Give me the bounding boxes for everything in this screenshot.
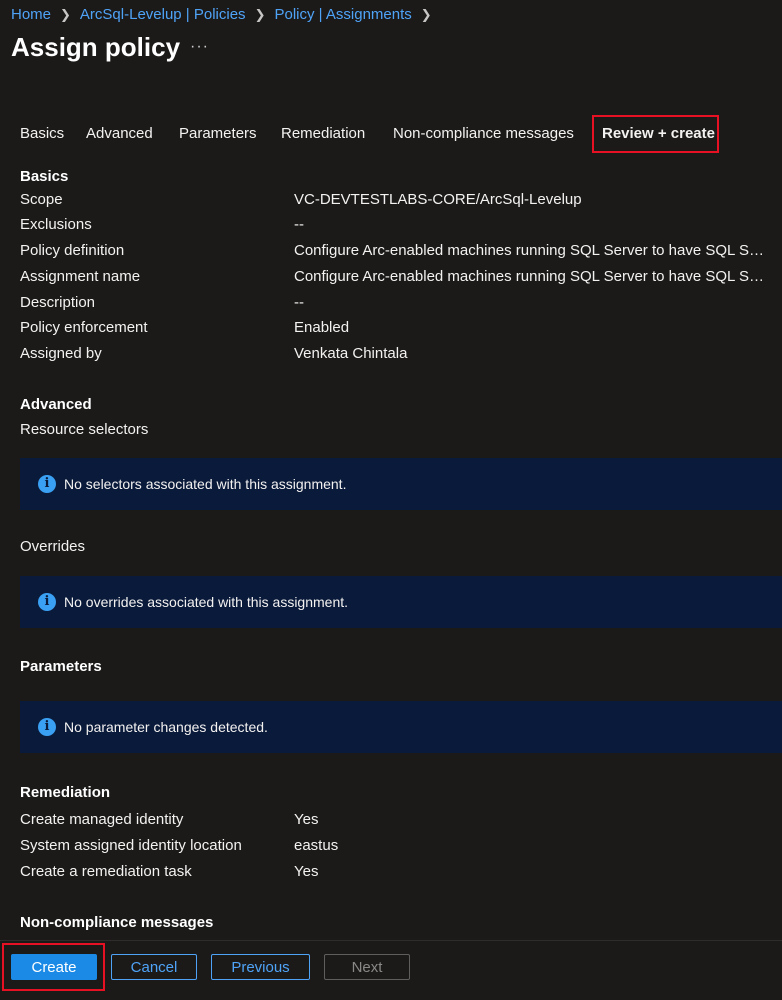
resource-selectors-label: Resource selectors	[20, 421, 149, 438]
breadcrumb-arcsql-policies[interactable]: ArcSql-Levelup | Policies	[80, 6, 246, 23]
detail-label: Create managed identity	[20, 811, 184, 828]
detail-row: Assigned by Venkata Chintala	[20, 344, 770, 364]
detail-value: Configure Arc-enabled machines running S…	[294, 268, 764, 285]
info-icon: i	[38, 593, 56, 611]
detail-row: Assignment name Configure Arc-enabled ma…	[20, 267, 770, 287]
section-heading-basics: Basics	[20, 168, 69, 185]
detail-value: --	[294, 216, 304, 233]
detail-label: Description	[20, 294, 96, 311]
detail-label: Scope	[20, 191, 63, 208]
detail-value: VC-DEVTESTLABS-CORE/ArcSql-Levelup	[294, 191, 582, 208]
detail-label: System assigned identity location	[20, 837, 242, 854]
detail-label: Policy enforcement	[20, 319, 148, 336]
detail-label: Policy definition	[20, 242, 125, 259]
section-heading-remediation: Remediation	[20, 784, 111, 801]
tab-advanced[interactable]: Advanced	[86, 122, 153, 146]
breadcrumb-policy-assignments[interactable]: Policy | Assignments	[274, 6, 411, 23]
tab-non-compliance-messages[interactable]: Non-compliance messages	[393, 122, 574, 146]
detail-row: Create a remediation task Yes	[20, 862, 770, 882]
next-button[interactable]: Next	[324, 954, 410, 980]
detail-row: System assigned identity location eastus	[20, 836, 770, 856]
more-options-icon[interactable]: ···	[190, 38, 209, 56]
detail-label: Exclusions	[20, 216, 92, 233]
info-icon: i	[38, 475, 56, 493]
tab-basics[interactable]: Basics	[20, 122, 64, 146]
breadcrumb: Home ❯ ArcSql-Levelup | Policies ❯ Polic…	[11, 6, 441, 23]
info-banner-overrides: i No overrides associated with this assi…	[20, 576, 782, 628]
page-title: Assign policy	[11, 32, 181, 62]
tab-remediation[interactable]: Remediation	[281, 122, 365, 146]
detail-row: Create managed identity Yes	[20, 810, 770, 830]
chevron-right-icon: ❯	[254, 6, 266, 22]
highlight-box	[592, 115, 719, 153]
chevron-right-icon: ❯	[420, 6, 432, 22]
detail-label: Assigned by	[20, 345, 102, 362]
tab-parameters[interactable]: Parameters	[179, 122, 257, 146]
info-banner-selectors: i No selectors associated with this assi…	[20, 458, 782, 510]
detail-value: --	[294, 294, 304, 311]
detail-row: Exclusions --	[20, 215, 770, 235]
section-heading-parameters: Parameters	[20, 658, 102, 675]
previous-button[interactable]: Previous	[211, 954, 310, 980]
section-heading-advanced: Advanced	[20, 396, 92, 413]
detail-value: Enabled	[294, 319, 350, 336]
detail-value: Yes	[294, 863, 319, 880]
breadcrumb-home[interactable]: Home	[11, 6, 51, 23]
detail-row: Policy definition Configure Arc-enabled …	[20, 241, 770, 261]
section-heading-non-compliance: Non-compliance messages	[20, 914, 214, 931]
info-message: No selectors associated with this assign…	[64, 476, 347, 492]
detail-value: Venkata Chintala	[294, 345, 408, 362]
detail-label: Assignment name	[20, 268, 141, 285]
detail-row: Policy enforcement Enabled	[20, 318, 770, 338]
detail-value: eastus	[294, 837, 339, 854]
info-message: No parameter changes detected.	[64, 719, 268, 735]
cancel-button[interactable]: Cancel	[111, 954, 197, 980]
chevron-right-icon: ❯	[60, 6, 71, 22]
overrides-label: Overrides	[20, 538, 86, 555]
detail-value: Configure Arc-enabled machines running S…	[294, 242, 764, 259]
detail-row: Description --	[20, 293, 770, 313]
info-message: No overrides associated with this assign…	[64, 594, 349, 610]
info-icon: i	[38, 718, 56, 736]
detail-value: Yes	[294, 811, 319, 828]
detail-label: Create a remediation task	[20, 863, 192, 880]
detail-row: Scope VC-DEVTESTLABS-CORE/ArcSql-Levelup	[20, 190, 770, 210]
info-banner-parameters: i No parameter changes detected.	[20, 701, 782, 753]
footer-bar: Create Cancel Previous Next	[0, 940, 782, 1000]
highlight-box	[2, 943, 105, 991]
